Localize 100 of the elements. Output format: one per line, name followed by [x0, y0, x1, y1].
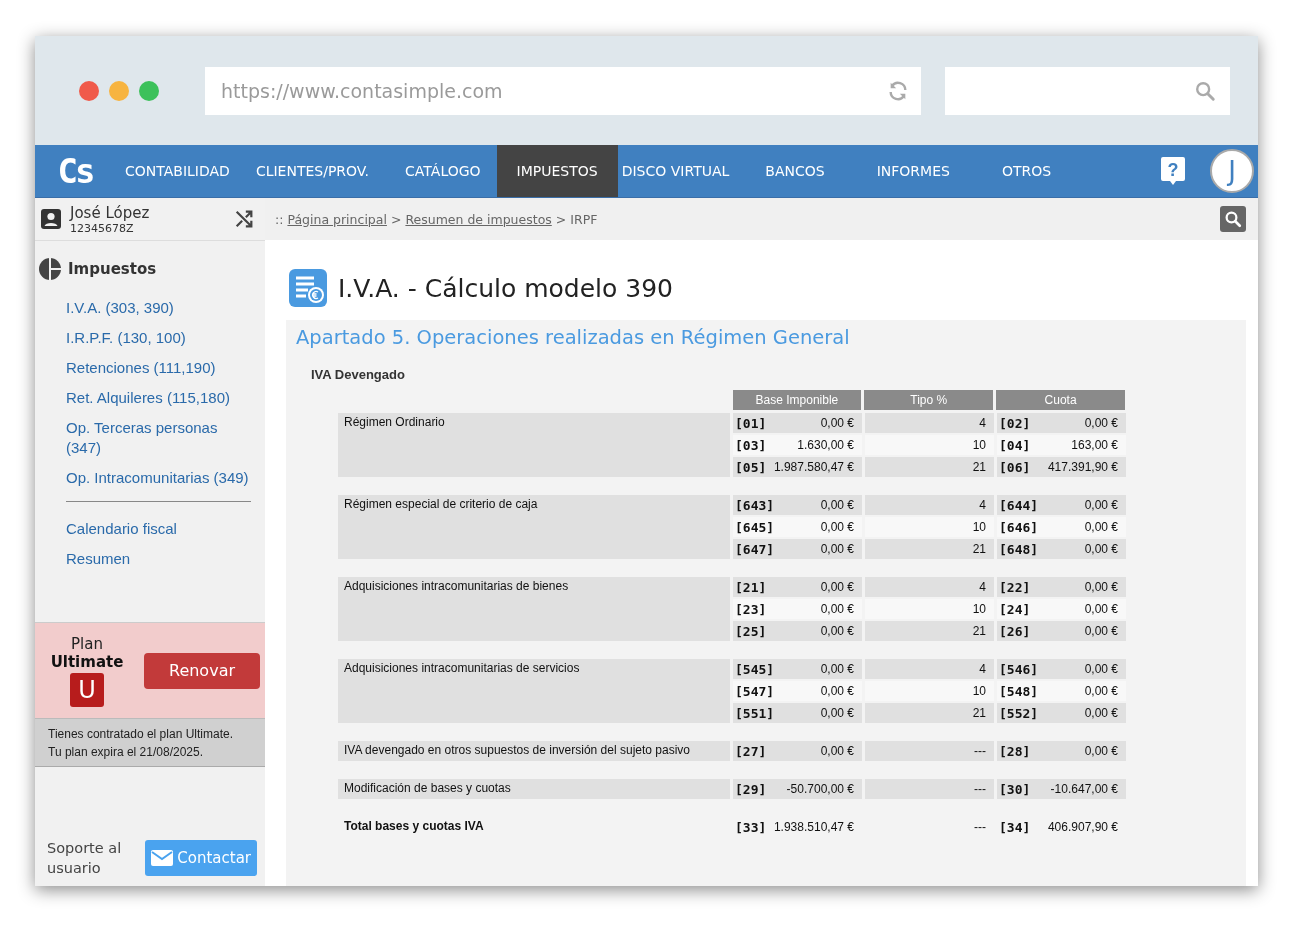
nav-tab[interactable]: CLIENTES/PROV.: [245, 145, 380, 197]
table-cell: 10: [865, 599, 994, 619]
nav-tab[interactable]: CATÁLOGO: [395, 145, 491, 197]
table-cell: [06] 417.391,90 €: [997, 457, 1126, 477]
column-header: Cuota: [996, 390, 1125, 410]
sidebar-link[interactable]: Resumen: [66, 549, 251, 569]
reload-icon[interactable]: [887, 79, 909, 102]
table-cell: 21: [865, 703, 994, 723]
row-label: Modificación de bases y cuotas: [338, 779, 730, 799]
table-cell: [643] 0,00 €: [733, 495, 862, 515]
breadcrumb-separator: >: [390, 211, 402, 227]
table-cell: 4: [865, 413, 994, 433]
breadcrumb-link[interactable]: Página principal: [287, 211, 387, 227]
contact-button[interactable]: Contactar: [145, 840, 257, 876]
table-cell: [05] 1.987.580,47 €: [733, 457, 862, 477]
user-icon: [40, 208, 62, 230]
sidebar-link[interactable]: Op. Terceras personas (347): [66, 418, 251, 458]
nav-tab[interactable]: INFORMES: [850, 145, 976, 197]
sidebar-link[interactable]: I.V.A. (303, 390): [66, 298, 251, 318]
minimize-dot[interactable]: [109, 80, 129, 101]
row-label: Régimen Ordinario: [338, 413, 730, 477]
table-cell: [28] 0,00 €: [997, 741, 1126, 761]
table-cell: [547] 0,00 €: [733, 681, 862, 701]
search-button[interactable]: [1220, 206, 1246, 232]
address-bar[interactable]: https://www.contasimple.com: [205, 66, 921, 115]
table-cell: [645] 0,00 €: [733, 517, 862, 537]
sidebar-link[interactable]: Calendario fiscal: [66, 519, 251, 539]
table-cell: [548] 0,00 €: [997, 681, 1126, 701]
table-cell: 4: [865, 577, 994, 597]
table-cell: ---: [865, 741, 994, 761]
plan-badge: U: [70, 672, 104, 707]
breadcrumb-link[interactable]: Resumen de impuestos: [405, 211, 552, 227]
table-cell: [30] -10.647,00 €: [997, 779, 1126, 799]
table-cell: 21: [865, 457, 994, 477]
sidebar-link[interactable]: Ret. Alquileres (115,180): [66, 388, 251, 408]
logo[interactable]: Cs: [35, 145, 115, 197]
nav-tab[interactable]: DISCO VIRTUAL: [617, 145, 734, 197]
subsection-heading: IVA Devengado: [311, 367, 406, 382]
table-cell: [551] 0,00 €: [733, 703, 862, 723]
table-cell: [546] 0,00 €: [997, 659, 1126, 679]
maximize-dot[interactable]: [139, 80, 159, 101]
nav-tab[interactable]: CONTABILIDAD: [115, 145, 240, 197]
table-cell: [21] 0,00 €: [733, 577, 862, 597]
table-cell: [552] 0,00 €: [997, 703, 1126, 723]
sidebar-link[interactable]: Op. Intracomunitarias (349): [66, 468, 251, 488]
breadcrumb-separator: >: [555, 211, 567, 227]
table-cell-text: [33] 1.938.510,47 €: [734, 818, 855, 837]
table-cell: [04] 163,00 €: [997, 435, 1126, 455]
table-cell-text: ---: [973, 819, 987, 836]
column-header: Tipo %: [864, 390, 994, 410]
nav-tab[interactable]: BANCOS: [739, 145, 851, 197]
section-heading: Apartado 5. Operaciones realizadas en Régimen General: [296, 326, 851, 349]
table-cell: [22] 0,00 €: [997, 577, 1126, 597]
plan-name: Ultimate: [50, 652, 124, 671]
section-title: Impuestos: [68, 260, 157, 278]
search-field[interactable]: [945, 66, 1230, 115]
table-cell: [27] 0,00 €: [733, 741, 862, 761]
shuffle-icon[interactable]: [233, 208, 255, 230]
sidebar-link[interactable]: Retenciones (111,190): [66, 358, 251, 378]
nav-tab[interactable]: OTROS: [975, 145, 1078, 197]
help-icon[interactable]: ?: [1160, 156, 1186, 186]
table-cell: [648] 0,00 €: [997, 539, 1126, 559]
plan-label: Plan: [71, 634, 103, 653]
nav-tab[interactable]: IMPUESTOS: [496, 145, 618, 197]
user-id: 12345678Z: [70, 221, 135, 235]
renew-button[interactable]: Renovar: [144, 652, 260, 689]
row-label: Adquisiciones intracomunitarias de bienes: [338, 577, 730, 641]
table-cell: 4: [865, 659, 994, 679]
table-cell-text: [34] 406.907,90 €: [998, 818, 1119, 837]
table-cell: 21: [865, 539, 994, 559]
close-dot[interactable]: [79, 80, 99, 101]
avatar[interactable]: J: [1210, 149, 1254, 193]
support-label: Soporte al usuario: [47, 839, 123, 878]
table-cell: [646] 0,00 €: [997, 517, 1126, 537]
table-cell: 4: [865, 495, 994, 515]
table-cell: [24] 0,00 €: [997, 599, 1126, 619]
table-cell: [23] 0,00 €: [733, 599, 862, 619]
column-header: Base Imponible: [732, 390, 862, 410]
table-cell: [01] 0,00 €: [733, 413, 862, 433]
table-cell: [02] 0,00 €: [997, 413, 1126, 433]
row-label: Adquisiciones intracomunitarias de servicios: [338, 659, 730, 723]
table-cell: ---: [865, 779, 994, 799]
table-cell: [25] 0,00 €: [733, 621, 862, 641]
table-cell: [29] -50.700,00 €: [733, 779, 862, 799]
page-title: I.V.A. - Cálculo modelo 390: [338, 273, 673, 303]
pie-chart-icon: [38, 257, 62, 281]
row-label: IVA devengado en otros supuestos de inversión del sujeto pasivo: [338, 741, 730, 761]
mail-icon: [151, 850, 174, 866]
row-label: Régimen especial de criterio de caja: [338, 495, 730, 559]
table-cell: [26] 0,00 €: [997, 621, 1126, 641]
table-cell: 21: [865, 621, 994, 641]
user-name: José López: [70, 203, 151, 222]
table-cell: 10: [865, 681, 994, 701]
row-label: Total bases y cuotas IVA: [343, 818, 485, 835]
plan-notice: Tienes contratado el plan Ultimate. Tu plan expira el 21/08/2025.: [35, 718, 265, 767]
table-cell: [545] 0,00 €: [733, 659, 862, 679]
breadcrumb-current: IRPF: [570, 211, 598, 227]
sidebar-link[interactable]: I.R.P.F. (130, 100): [66, 328, 251, 348]
table-cell: [644] 0,00 €: [997, 495, 1126, 515]
table-cell: 10: [865, 435, 994, 455]
